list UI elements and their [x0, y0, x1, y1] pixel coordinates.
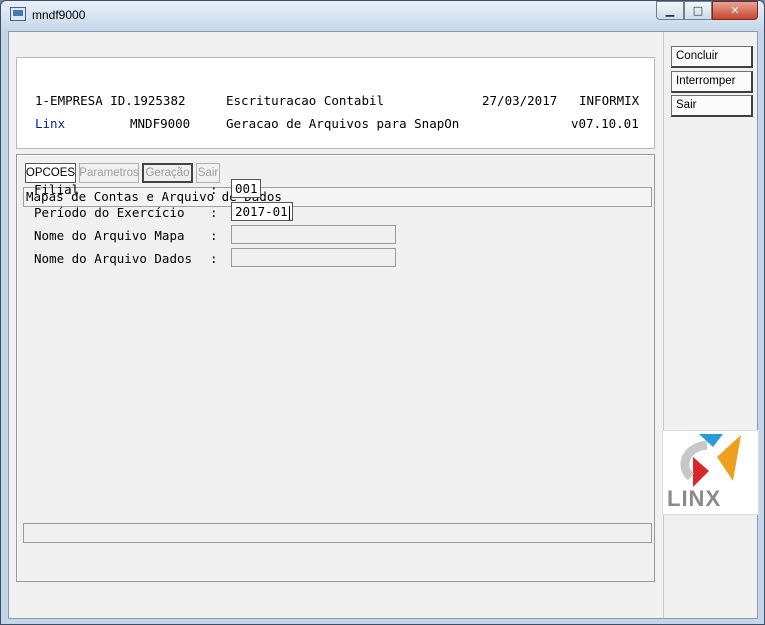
- filial-input[interactable]: 001: [231, 179, 261, 198]
- maximize-button[interactable]: □: [684, 1, 712, 20]
- company-id: 1-EMPRESA ID.1925382: [35, 93, 186, 108]
- module-name: Escrituracao Contabil: [226, 93, 385, 108]
- tab-sair[interactable]: Sair: [196, 163, 220, 183]
- title-bar[interactable]: mndf9000 ▁ □ ✕: [1, 1, 764, 29]
- brand-name: Linx: [35, 116, 66, 131]
- linx-x-icon: [680, 434, 741, 487]
- arquivo-mapa-input[interactable]: [231, 225, 396, 244]
- app-window: mndf9000 ▁ □ ✕ 1-EMPRESA ID.1925382 Escr…: [0, 0, 765, 625]
- field-label-periodo: Período do Exercício: [34, 205, 185, 220]
- header-panel: 1-EMPRESA ID.1925382 Escrituracao Contab…: [16, 57, 655, 149]
- filial-value: 001: [235, 181, 258, 196]
- field-colon: :: [210, 205, 218, 220]
- minimize-button[interactable]: ▁: [656, 1, 684, 20]
- field-label-arquivo-mapa: Nome do Arquivo Mapa: [34, 228, 185, 243]
- field-colon: :: [210, 251, 218, 266]
- concluir-button[interactable]: Concluir: [671, 46, 753, 68]
- periodo-input[interactable]: 2017-01: [231, 202, 293, 221]
- window-title: mndf9000: [32, 8, 86, 22]
- linx-logo: LINX: [662, 430, 759, 515]
- arquivo-dados-input[interactable]: [231, 248, 396, 267]
- tab-parametros[interactable]: Parametros: [79, 163, 139, 183]
- database-name: INFORMIX: [579, 93, 640, 108]
- field-colon: :: [210, 228, 218, 243]
- status-bar: [23, 523, 652, 543]
- close-button[interactable]: ✕: [712, 1, 758, 20]
- maximize-icon: □: [692, 4, 704, 17]
- header-date: 27/03/2017: [482, 93, 558, 108]
- client-area: 1-EMPRESA ID.1925382 Escrituracao Contab…: [8, 31, 759, 619]
- tab-opcoes[interactable]: OPCOES: [25, 163, 76, 183]
- version: v07.10.01: [571, 116, 639, 131]
- interromper-button[interactable]: Interromper: [671, 71, 753, 93]
- logo-wordmark: LINX: [667, 486, 722, 511]
- section-title: Mapas de Contas e Arquivo de Dados: [23, 187, 652, 207]
- program-code: MNDF9000: [130, 116, 191, 131]
- program-description: Geracao de Arquivos para SnapOn: [226, 116, 460, 131]
- action-sidebar: Concluir Interromper Sair: [663, 32, 757, 618]
- field-colon: :: [210, 182, 218, 197]
- sair-button[interactable]: Sair: [671, 95, 753, 117]
- periodo-value: 2017-01: [235, 204, 288, 219]
- tab-geracao[interactable]: Geração: [142, 163, 193, 183]
- window-controls: ▁ □ ✕: [656, 1, 758, 21]
- text-caret: [288, 205, 290, 220]
- minimize-icon: ▁: [665, 4, 675, 17]
- field-label-filial: Filial: [34, 182, 80, 197]
- close-icon: ✕: [730, 4, 740, 17]
- field-label-arquivo-dados: Nome do Arquivo Dados: [34, 251, 193, 266]
- app-icon: [10, 7, 26, 21]
